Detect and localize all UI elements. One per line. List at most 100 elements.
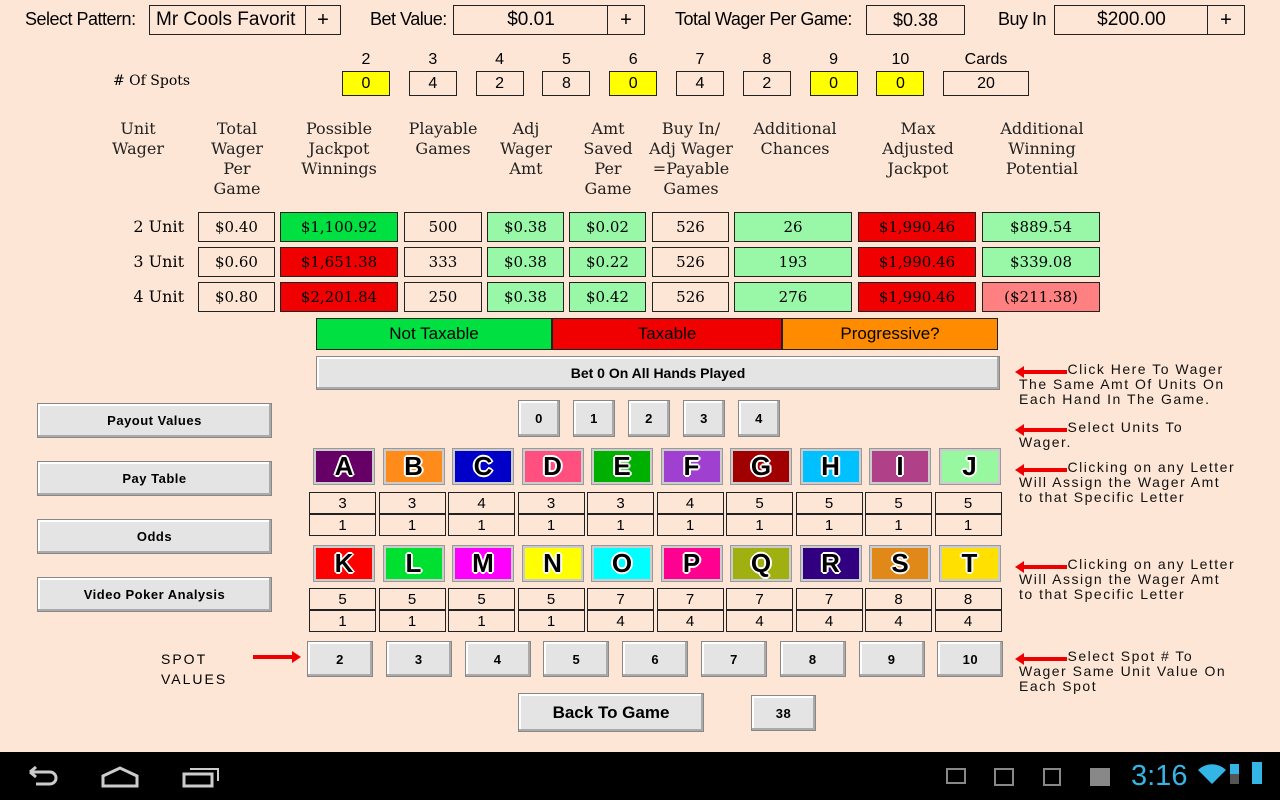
bet-value-field[interactable]: $0.01 [453, 5, 609, 35]
payout-values-button[interactable]: Payout Values [37, 403, 272, 438]
row-label: 4 Unit [133, 287, 184, 306]
legend-progressive: Progressive? [782, 318, 998, 350]
spot-count-field[interactable]: 2 [475, 71, 524, 96]
letter-spots-value: 5 [934, 492, 1002, 514]
spot-value-button-7[interactable]: 7 [701, 641, 767, 677]
letter-button-C[interactable]: C [453, 449, 513, 484]
letter-units-value: 1 [934, 514, 1002, 536]
spot-value-button-3[interactable]: 3 [385, 641, 452, 677]
gmail-icon [946, 768, 966, 784]
pattern-field[interactable]: Mr Cools Favorit [149, 5, 307, 35]
odds-button[interactable]: Odds [37, 519, 272, 554]
spot-count-field[interactable]: 0 [876, 71, 925, 96]
letter-button-O[interactable]: O [592, 546, 652, 581]
letter-button-N[interactable]: N [522, 546, 583, 581]
letter-button-P[interactable]: P [661, 546, 722, 581]
bet-label: Bet Value: [370, 9, 447, 29]
letter-button-B[interactable]: B [383, 449, 444, 484]
letter-units-value: 1 [448, 610, 515, 632]
table-cell: $1,651.38 [280, 247, 398, 277]
pay-table-button[interactable]: Pay Table [37, 461, 272, 496]
spot-value-button-4[interactable]: 4 [464, 641, 531, 677]
letter-spots-value: 8 [865, 588, 932, 610]
total-wager-value: $0.38 [866, 5, 965, 35]
letter-button-I[interactable]: I [870, 449, 930, 484]
letter-button-S[interactable]: S [870, 546, 930, 581]
table-cell: 526 [652, 247, 729, 277]
spot-count-field[interactable]: 4 [676, 71, 724, 96]
letter-button-L[interactable]: L [383, 546, 444, 581]
table-cell: 193 [734, 247, 852, 277]
bet-plus-button[interactable]: + [607, 5, 645, 35]
letter-button-K[interactable]: K [314, 546, 374, 581]
letter-spots-value: 5 [378, 588, 446, 610]
instruction-note: Select Units To Wager. [1019, 419, 1184, 450]
spot-value-button-8[interactable]: 8 [779, 641, 846, 677]
instruction-note: Click Here To Wager The Same Amt Of Unit… [1019, 361, 1225, 407]
unit-button-1[interactable]: 1 [573, 400, 615, 437]
spot-header: 9 [829, 51, 839, 68]
letter-button-Q[interactable]: Q [731, 546, 791, 581]
spots-label: # Of Spots [113, 73, 191, 89]
table-cell: 250 [404, 282, 482, 312]
letter-units-value: 1 [795, 514, 863, 536]
spot-count-field[interactable]: 0 [342, 71, 390, 96]
letter-button-D[interactable]: D [522, 449, 583, 484]
unit-button-2[interactable]: 2 [628, 400, 670, 437]
table-cell: $0.60 [198, 247, 275, 277]
home-icon[interactable] [100, 766, 140, 788]
cards-value[interactable]: 20 [943, 71, 1029, 96]
back-to-game-button[interactable]: Back To Game [518, 693, 704, 732]
letter-spots-value: 5 [865, 492, 932, 514]
spot-value-button-10[interactable]: 10 [937, 641, 1004, 677]
table-cell: $0.38 [487, 282, 564, 312]
spot-header: 3 [428, 51, 438, 68]
letter-button-G[interactable]: G [731, 449, 791, 484]
buyin-field[interactable]: $200.00 [1054, 5, 1209, 35]
letter-button-T[interactable]: T [939, 546, 1000, 581]
table-cell: $0.80 [198, 282, 275, 312]
table-cell: $0.22 [569, 247, 646, 277]
legend-not-taxable: Not Taxable [316, 318, 552, 350]
back-icon[interactable] [22, 766, 58, 788]
spot-value-button-5[interactable]: 5 [543, 641, 610, 677]
table-cell: ($211.38) [982, 282, 1100, 312]
spot-count-field[interactable]: 0 [609, 71, 658, 96]
column-header: Additional Chances [753, 119, 837, 158]
table-cell: 333 [404, 247, 482, 277]
letter-button-M[interactable]: M [453, 546, 513, 581]
spot-header: 6 [628, 51, 638, 68]
count-button[interactable]: 38 [751, 695, 816, 731]
unit-button-4[interactable]: 4 [738, 400, 780, 437]
arrow-left-icon [1015, 653, 1067, 665]
spot-count-field[interactable]: 0 [809, 71, 858, 96]
letter-button-F[interactable]: F [661, 449, 722, 484]
table-cell: $1,100.92 [280, 212, 398, 242]
letter-button-J[interactable]: J [939, 449, 1000, 484]
spot-count-field[interactable]: 4 [408, 71, 457, 96]
letter-units-value: 4 [587, 610, 654, 632]
spot-value-button-9[interactable]: 9 [858, 641, 925, 677]
letter-button-E[interactable]: E [592, 449, 652, 484]
buyin-plus-button[interactable]: + [1207, 5, 1245, 35]
bet-all-hands-button[interactable]: Bet 0 On All Hands Played [316, 356, 1000, 390]
letter-button-R[interactable]: R [800, 546, 861, 581]
letter-spots-value: 7 [656, 588, 724, 610]
video-poker-analysis-button[interactable]: Video Poker Analysis [37, 577, 272, 612]
pattern-plus-button[interactable]: + [305, 5, 341, 35]
letter-units-value: 4 [656, 610, 724, 632]
spot-value-button-2[interactable]: 2 [307, 641, 373, 677]
recent-apps-icon[interactable] [182, 766, 220, 788]
spot-count-field[interactable]: 8 [542, 71, 591, 96]
letter-spots-value: 5 [309, 588, 376, 610]
spot-count-field[interactable]: 2 [742, 71, 791, 96]
table-cell: $0.02 [569, 212, 646, 242]
unit-button-3[interactable]: 3 [683, 400, 725, 437]
unit-button-0[interactable]: 0 [518, 400, 560, 437]
letter-button-A[interactable]: A [314, 449, 374, 484]
calendar-icon [1043, 768, 1061, 786]
letter-units-value: 4 [795, 610, 863, 632]
letter-button-H[interactable]: H [800, 449, 861, 484]
spot-value-button-6[interactable]: 6 [622, 641, 689, 677]
row-label: 2 Unit [133, 217, 184, 236]
